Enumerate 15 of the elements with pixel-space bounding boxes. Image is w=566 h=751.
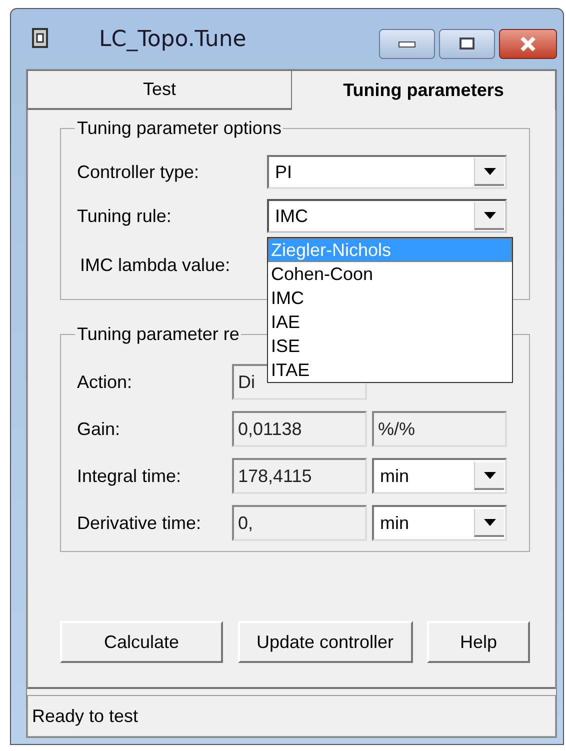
field-label: Action: [77,372,134,392]
value-field: 0,01138 [232,411,367,447]
field-label: Tuning rule: [77,206,172,226]
field-label: Derivative time: [77,512,202,534]
status-bar: Ready to test [27,695,556,737]
value-field: 0, [232,505,367,541]
window-title: LC_Topo.Tune [99,26,246,52]
field-label: Gain: [77,418,122,440]
group-title: Tuning parameter re [76,324,240,345]
group-title: Tuning parameter options [76,118,282,139]
field-label: Controller type: [77,162,200,182]
value-field: 178,4115 [232,458,367,494]
field-label: Integral time: [77,466,182,486]
field-label: IMC lambda value: [80,255,232,276]
unit-field: %/% [372,411,507,447]
